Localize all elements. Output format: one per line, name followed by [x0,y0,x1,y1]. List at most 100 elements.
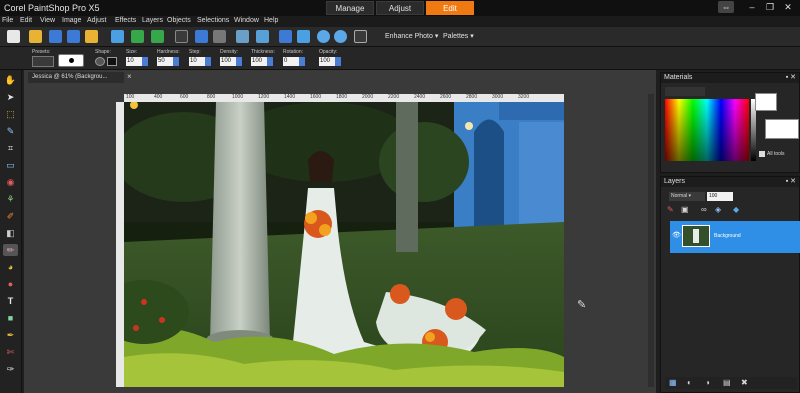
visibility-eye-icon[interactable]: 👁 [672,231,681,239]
preset-picker[interactable] [32,56,54,67]
new-mask-icon[interactable]: ◐ [687,378,692,387]
share-icon[interactable] [111,30,124,43]
minimize-button[interactable]: – [744,1,760,13]
hardness-spinner[interactable] [173,57,179,66]
step-field[interactable]: 10 [189,57,205,66]
square-shape-button[interactable] [107,57,117,66]
adjustment-layer-icon[interactable]: ◑ [705,378,710,387]
layer-row-background[interactable]: 👁 Background [670,221,800,253]
document-tab[interactable]: Jessica @ 61% (Backgrou... [28,72,124,83]
pen-tool-icon[interactable]: ✒ [3,329,18,341]
open-folder-icon[interactable] [29,30,42,43]
round-shape-button[interactable] [95,57,105,66]
menu-window[interactable]: Window [234,17,259,24]
menu-effects[interactable]: Effects [115,17,136,24]
crop-tool-icon[interactable]: ⌗ [3,142,18,154]
effects-icon[interactable]: ◆ [733,205,739,214]
all-tools-checkbox[interactable] [759,151,765,157]
brush-preview[interactable] [58,54,84,67]
palettes-button[interactable]: Palettes ▾ [440,31,477,43]
menu-image[interactable]: Image [62,17,81,24]
background-swatch[interactable] [765,119,799,139]
color-changer-tool-icon[interactable]: ● [3,278,18,290]
opacity-spinner[interactable] [335,57,341,66]
duplicate-layer-icon[interactable]: ▤ [723,378,731,387]
close-document-icon[interactable]: × [127,72,132,81]
link-icon[interactable]: ∞ [701,205,707,214]
materials-tabs[interactable] [665,87,705,96]
lighten-darken-tool-icon[interactable]: ◧ [3,227,18,239]
menu-objects[interactable]: Objects [167,17,191,24]
save-as-icon[interactable] [67,30,80,43]
foreground-swatch[interactable] [755,93,777,111]
paint-brush-tool-icon[interactable]: ✐ [3,210,18,222]
density-spinner[interactable] [236,57,242,66]
rotate-icon[interactable] [213,30,226,43]
help-icon[interactable] [236,30,249,43]
pick-tool-icon[interactable]: ➤ [3,91,18,103]
vertical-scrollbar[interactable] [648,94,654,387]
thickness-spinner[interactable] [267,57,273,66]
workspace-toggle-icon[interactable]: ⇔ [718,1,734,13]
zoom-in-icon[interactable] [317,30,330,43]
blend-mode-select[interactable]: Normal ▾ [669,192,705,201]
eraser-tool-icon[interactable]: ✑ [3,363,18,375]
text-tool-icon[interactable]: T [3,295,18,307]
selection-tool-icon[interactable]: ⬚ [3,108,18,120]
rotation-spinner[interactable] [299,57,305,66]
menu-adjust[interactable]: Adjust [87,17,106,24]
redo-icon[interactable] [151,30,164,43]
enhance-photo-button[interactable]: Enhance Photo ▾ [382,31,441,43]
mask-icon[interactable]: ▣ [681,205,689,214]
hardness-field[interactable]: 50 [157,57,173,66]
learning-center-icon[interactable] [256,30,269,43]
full-screen-icon[interactable] [297,30,310,43]
density-field[interactable]: 100 [220,57,236,66]
undo-icon[interactable] [131,30,144,43]
fit-window-icon[interactable] [279,30,292,43]
size-spinner[interactable] [142,57,148,66]
crop-icon[interactable] [175,30,188,43]
zoom-actual-icon[interactable] [354,30,367,43]
panel-options-icon[interactable]: ▪ ✕ [786,177,799,187]
straighten-tool-icon[interactable]: ▭ [3,159,18,171]
delete-layer-icon[interactable]: ✖ [741,378,748,387]
new-raster-layer-icon[interactable]: ▦ [669,378,677,387]
close-button[interactable]: ✕ [780,1,796,13]
tab-edit[interactable]: Edit [426,1,474,15]
maximize-button[interactable]: ❐ [762,1,778,13]
menu-selections[interactable]: Selections [197,17,229,24]
red-eye-tool-icon[interactable]: ◉ [3,176,18,188]
menu-help[interactable]: Help [264,17,278,24]
rotation-field[interactable]: 0 [283,57,299,66]
tab-adjust[interactable]: Adjust [376,1,424,15]
menu-file[interactable]: File [2,17,13,24]
image-canvas[interactable] [99,101,564,387]
color-spectrum[interactable] [665,99,749,161]
density-label: Density: [220,49,239,55]
layer-opacity-field[interactable]: 100 [707,192,733,201]
panel-options-icon[interactable]: ▪ ✕ [786,73,799,83]
new-layer-icon[interactable]: ✎ [667,205,674,214]
clone-tool-icon[interactable]: ⚘ [3,193,18,205]
makeover-tool-icon[interactable]: ✏ [3,244,18,256]
warp-brush-tool-icon[interactable]: ✄ [3,346,18,358]
menu-view[interactable]: View [40,17,55,24]
new-file-icon[interactable] [7,30,20,43]
menu-layers[interactable]: Layers [142,17,163,24]
size-field[interactable]: 10 [126,57,142,66]
save-icon[interactable] [49,30,62,43]
pan-tool-icon[interactable]: ✋ [3,74,18,86]
zoom-out-icon[interactable] [334,30,347,43]
lock-icon[interactable]: ◈ [715,205,721,214]
resize-icon[interactable] [195,30,208,43]
menu-edit[interactable]: Edit [20,17,32,24]
print-icon[interactable] [85,30,98,43]
opacity-field[interactable]: 100 [319,57,335,66]
rectangle-tool-icon[interactable]: ■ [3,312,18,324]
dropper-tool-icon[interactable]: ✎ [3,125,18,137]
step-spinner[interactable] [205,57,211,66]
thickness-field[interactable]: 100 [251,57,267,66]
flood-fill-tool-icon[interactable]: ◕ [3,261,18,273]
tab-manage[interactable]: Manage [326,1,374,15]
